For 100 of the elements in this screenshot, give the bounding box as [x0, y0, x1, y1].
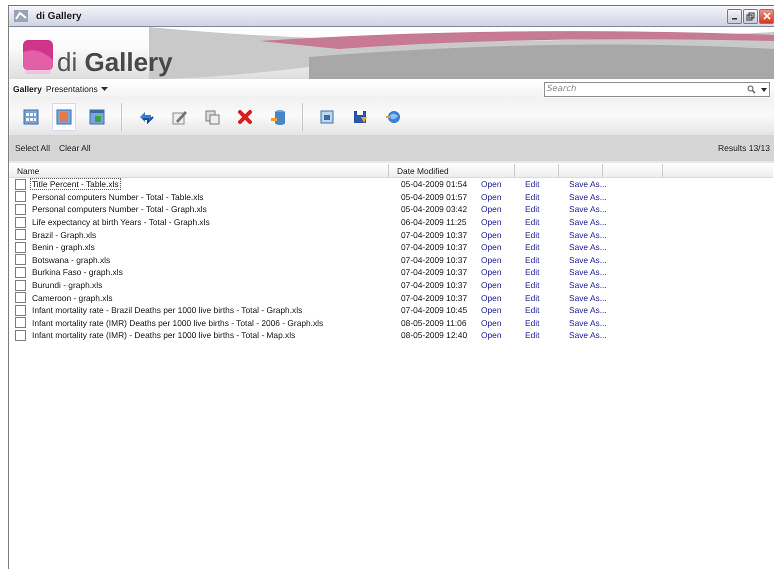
edit-link[interactable]: Edit — [519, 267, 563, 278]
database-icon[interactable] — [269, 108, 287, 126]
restore-icon — [746, 12, 755, 20]
open-link[interactable]: Open — [475, 230, 519, 240]
save-as-link[interactable]: Save As... — [563, 318, 623, 328]
date-cell-text: 07-04-2009 10:37 — [400, 230, 468, 240]
checkbox[interactable] — [15, 304, 26, 316]
open-link[interactable]: Open — [475, 330, 519, 340]
checkbox[interactable] — [15, 178, 26, 190]
menu-dropdown[interactable]: Presentations — [46, 84, 108, 94]
minimize-button[interactable] — [727, 8, 742, 24]
edit-link[interactable]: Edit — [519, 204, 563, 214]
select-all-link[interactable]: Select All — [15, 143, 50, 153]
save-as-link[interactable]: Save As... — [563, 204, 623, 214]
save-as-link[interactable]: Save As... — [563, 280, 623, 290]
app-title: di Gallery — [57, 47, 173, 77]
checkbox[interactable] — [15, 254, 26, 266]
date-cell-text: 05-04-2009 01:57 — [400, 192, 468, 202]
menu-item[interactable]: Gallery — [13, 84, 42, 94]
open-link[interactable]: Open — [475, 192, 519, 202]
open-link[interactable]: Open — [475, 267, 519, 278]
image-icon[interactable] — [318, 108, 336, 126]
view-button[interactable] — [52, 103, 76, 131]
save-as-link[interactable]: Save As... — [563, 292, 623, 303]
save-as-link[interactable]: Save As... — [563, 230, 623, 240]
file-name: Infant mortality rate - Brazil Deaths per 1000 live births - Total - Graph.xls — [31, 304, 304, 316]
column-header[interactable]: Date Modified — [389, 164, 515, 177]
checkbox[interactable] — [15, 191, 26, 202]
checkbox[interactable] — [15, 317, 26, 328]
file-name: Personal computers Number - Total - Table.xls — [31, 190, 204, 203]
edit-link[interactable]: Edit — [519, 192, 563, 202]
checkbox[interactable] — [15, 242, 26, 253]
grid-view-icon — [22, 108, 40, 126]
save-as-link[interactable]: Save As... — [563, 254, 623, 265]
delete-icon[interactable] — [236, 108, 254, 126]
file-name: Title Percent - Table.xls — [30, 178, 121, 190]
save-as-link[interactable]: Save As... — [563, 192, 623, 202]
pencil-icon[interactable] — [170, 108, 188, 126]
edit-link[interactable]: Edit — [519, 242, 563, 252]
edit-link[interactable]: Edit — [519, 254, 563, 265]
edit-link[interactable]: Edit — [519, 330, 563, 340]
open-link[interactable]: Open — [475, 292, 519, 303]
save-as-link[interactable]: Save As... — [563, 242, 623, 252]
checkbox[interactable] — [15, 216, 26, 228]
checkbox[interactable] — [15, 280, 26, 291]
edit-link[interactable]: Edit — [519, 292, 563, 303]
caret-icon[interactable] — [761, 88, 767, 92]
edit-link[interactable]: Edit — [519, 230, 563, 240]
open-link[interactable]: Open — [475, 305, 519, 316]
checkbox[interactable] — [15, 330, 26, 341]
save-as-link[interactable]: Save As... — [563, 179, 623, 190]
date-cell-text: 07-04-2009 10:37 — [400, 280, 468, 290]
date-cell-text: 07-04-2009 10:37 — [400, 254, 468, 265]
checkbox[interactable] — [15, 204, 26, 215]
date-cell-text: 07-04-2009 10:45 — [400, 305, 468, 316]
file-name: Burundi - graph.xls — [31, 279, 104, 292]
column-header[interactable]: Name — [9, 164, 389, 177]
edit-link[interactable]: Edit — [519, 318, 563, 328]
save-as-link[interactable]: Save As... — [563, 217, 623, 228]
logo-icon — [23, 40, 53, 74]
open-link[interactable]: Open — [475, 254, 519, 265]
edit-link[interactable]: Edit — [519, 305, 563, 316]
open-link[interactable]: Open — [475, 217, 519, 228]
open-link[interactable]: Open — [475, 242, 519, 252]
save-as-link[interactable]: Save As... — [563, 330, 623, 340]
search-icon[interactable] — [747, 84, 756, 94]
checkbox[interactable] — [15, 266, 26, 278]
file-name: Personal computers Number - Total - Graph.xls — [31, 203, 208, 216]
preview-view-icon — [88, 108, 106, 126]
checkbox[interactable] — [15, 229, 26, 240]
app-icon — [14, 10, 28, 22]
file-name: Botswana - graph.xls — [31, 254, 112, 266]
edit-link[interactable]: Edit — [519, 179, 563, 190]
file-name: Cameroon - graph.xls — [31, 292, 114, 304]
globe-icon[interactable] — [384, 108, 402, 126]
list-view-icon — [55, 108, 73, 126]
save-as-link[interactable]: Save As... — [563, 305, 623, 316]
copy-icon[interactable] — [203, 108, 221, 126]
open-link[interactable]: Open — [475, 318, 519, 328]
open-link[interactable]: Open — [475, 204, 519, 214]
save-as-link[interactable]: Save As... — [563, 267, 623, 278]
file-name: Burkina Faso - graph.xls — [31, 266, 124, 278]
restore-button[interactable] — [743, 8, 758, 24]
clear-all-link[interactable]: Clear All — [58, 143, 91, 153]
date-cell-text: 07-04-2009 10:37 — [400, 242, 468, 252]
date-cell-text: 08-05-2009 11:06 — [400, 318, 468, 328]
edit-link[interactable]: Edit — [519, 280, 563, 290]
close-button[interactable] — [759, 8, 774, 24]
date-cell-text: 08-05-2009 12:40 — [400, 330, 468, 340]
file-name: Life expectancy at birth Years - Total - Graph.xls — [31, 216, 211, 228]
search-field[interactable]: Search — [544, 82, 770, 96]
window-title: di Gallery — [36, 10, 82, 22]
open-link[interactable]: Open — [475, 179, 519, 190]
checkbox[interactable] — [15, 292, 26, 304]
edit-link[interactable]: Edit — [519, 217, 563, 228]
save-icon[interactable] — [351, 108, 369, 126]
open-link[interactable]: Open — [475, 280, 519, 290]
file-name: Infant mortality rate (IMR) - Deaths per 1000 live births - Total - Map.xls — [31, 329, 296, 342]
file-name: Infant mortality rate (IMR) Deaths per 1000 live births - Total - 2006 - Graph.xls — [31, 316, 324, 329]
date-cell-text: 05-04-2009 01:54 — [400, 179, 468, 190]
